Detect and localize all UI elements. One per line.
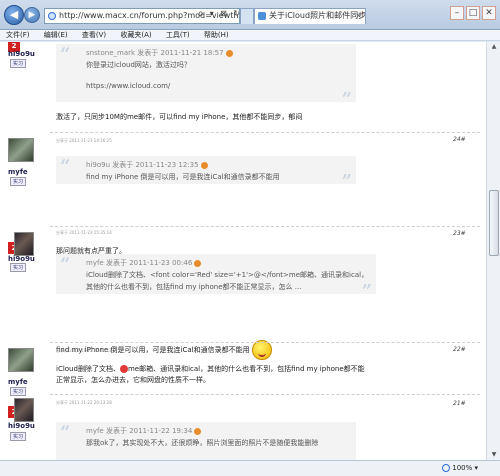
scroll-thumb[interactable] bbox=[489, 190, 499, 256]
menu-edit[interactable]: 编辑(E) bbox=[44, 30, 68, 41]
avatar[interactable] bbox=[14, 232, 34, 256]
post-body-line: 正常显示，怎么办进去，它和网盘的性质不一样。 bbox=[56, 376, 210, 384]
user-group-badge: 实习 bbox=[10, 432, 27, 441]
post-body-text: iCloud删除了文档、 bbox=[56, 365, 120, 373]
new-tab-stub[interactable] bbox=[240, 8, 254, 24]
window-controls: – □ ✕ bbox=[448, 6, 496, 20]
status-bar: 100% ▾ bbox=[0, 460, 500, 476]
username[interactable]: myfe bbox=[8, 378, 28, 386]
floor-number[interactable]: 21# bbox=[453, 400, 466, 407]
menu-bar: 文件(F) 编辑(E) 查看(V) 收藏夹(A) 工具(T) 帮助(H) bbox=[0, 30, 500, 41]
user-group-badge: 实习 bbox=[10, 387, 27, 396]
quote-date: 发表于 2011-11-22 19:34 bbox=[105, 427, 193, 435]
username[interactable]: myfe bbox=[8, 168, 28, 176]
floor-number[interactable]: 23# bbox=[453, 230, 466, 237]
close-quote-icon: ” bbox=[361, 281, 372, 302]
quote-block: “ snstone_mark 发表于 2011-11-21 18:57 你登录过… bbox=[56, 44, 356, 110]
maximize-button[interactable]: □ bbox=[466, 6, 480, 20]
post-body: 激活了，只同步10M的me邮件，可以find my iPhone，其他都不能同步… bbox=[56, 113, 303, 121]
username[interactable]: hi9o9u bbox=[8, 422, 35, 430]
browser-titlebar: ◀ ▶ http://www.macx.cn/forum.php?mod=vie… bbox=[0, 0, 500, 30]
menu-view[interactable]: 查看(V) bbox=[82, 30, 106, 41]
quote-date: 发表于 2011-11-21 18:57 bbox=[137, 49, 224, 57]
quote-line: find my iPhone 倒是可以用，可是我连iCal和通信录都不能用 bbox=[86, 173, 280, 181]
quote-date: 发表于 2011-11-23 00:46 bbox=[105, 259, 193, 267]
page-viewport[interactable]: 2 hi9o9u 实习 “ snstone_mark 发表于 2011-11-2… bbox=[0, 42, 486, 460]
floor-number[interactable]: 22# bbox=[453, 346, 466, 353]
post-meta: 分享于 2011-11-22 20:13:28 bbox=[56, 400, 112, 405]
quote-line bbox=[86, 72, 326, 80]
smiley-emoticon-icon bbox=[251, 340, 272, 360]
open-quote-icon: “ bbox=[60, 44, 71, 65]
floor-number[interactable]: 24# bbox=[453, 136, 466, 143]
vertical-scrollbar[interactable]: ▲ ▼ bbox=[486, 42, 500, 460]
post-body-text: me邮箱、通讯录和ical，其他的什么也看不到，包括find my iphone… bbox=[127, 365, 365, 373]
menu-help[interactable]: 帮助(H) bbox=[204, 30, 229, 41]
post-meta: 分享于 2011-11-23 00:46:12 bbox=[56, 348, 112, 353]
menu-tools[interactable]: 工具(T) bbox=[166, 30, 190, 41]
username[interactable]: hi9o9u bbox=[8, 50, 35, 58]
forward-button[interactable]: ▶ bbox=[24, 7, 40, 23]
minimize-button[interactable]: – bbox=[450, 6, 464, 20]
tab-close-icon[interactable]: × bbox=[355, 9, 362, 23]
tab-active[interactable]: 关于iCloud照片和邮件同步... × bbox=[254, 8, 366, 24]
avatar[interactable] bbox=[8, 138, 34, 162]
quote-line: 其他的什么也看不到，包括find my iphone都不能正常显示，怎么 ... bbox=[86, 283, 302, 291]
close-quote-icon: ” bbox=[341, 89, 352, 110]
user-group-badge: 实习 bbox=[10, 263, 27, 272]
open-quote-icon: “ bbox=[60, 422, 71, 443]
quote-block: “ myfe 发表于 2011-11-22 19:34 那我ok了，其实现处不大… bbox=[56, 422, 356, 460]
zoom-icon bbox=[442, 464, 451, 472]
close-quote-icon: ” bbox=[341, 171, 352, 192]
quote-author[interactable]: hi9o9u bbox=[86, 161, 110, 169]
goto-post-icon[interactable] bbox=[200, 161, 208, 169]
post-meta: 分享于 2011-11-23 15:35:14 bbox=[56, 230, 112, 235]
tab-title: 关于iCloud照片和邮件同步... bbox=[269, 11, 366, 20]
quote-header: snstone_mark 发表于 2011-11-21 18:57 bbox=[86, 48, 326, 58]
quote-line: iCloud删除了文档、<font color='Red' size='+1'>… bbox=[86, 271, 369, 279]
goto-post-icon[interactable] bbox=[194, 259, 202, 267]
avatar[interactable] bbox=[8, 348, 34, 372]
quote-block: “ hi9o9u 发表于 2011-11-23 12:35 find my iP… bbox=[56, 156, 356, 192]
back-button[interactable]: ◀ bbox=[4, 5, 24, 25]
menu-file[interactable]: 文件(F) bbox=[6, 30, 30, 41]
page-favicon-icon bbox=[258, 12, 266, 20]
zoom-level: 100% bbox=[452, 464, 473, 472]
avatar[interactable] bbox=[14, 398, 34, 422]
post-meta: 分享于 2011-11-23 14:16:25 bbox=[56, 138, 112, 143]
menu-favorites[interactable]: 收藏夹(A) bbox=[120, 30, 151, 41]
quote-author[interactable]: myfe bbox=[86, 259, 104, 267]
quote-date: 发表于 2011-11-23 12:35 bbox=[112, 161, 199, 169]
close-button[interactable]: ✕ bbox=[482, 6, 496, 20]
post-separator bbox=[50, 226, 480, 227]
scroll-down-icon[interactable]: ▼ bbox=[488, 450, 500, 460]
user-group-badge: 实习 bbox=[10, 59, 27, 68]
back-arrow-icon: ◀ bbox=[9, 8, 19, 21]
post-body-line: iCloud删除了文档、 me邮箱、通讯录和ical，其他的什么也看不到，包括fi… bbox=[56, 364, 365, 374]
quote-line: 你登录过icloud网站，激活过吗？ bbox=[86, 61, 191, 69]
goto-post-icon[interactable] bbox=[225, 49, 233, 57]
open-quote-icon: “ bbox=[60, 156, 71, 177]
user-group-badge: 实习 bbox=[10, 177, 27, 186]
open-quote-icon: “ bbox=[60, 254, 71, 275]
post-separator bbox=[50, 394, 480, 395]
scroll-up-icon[interactable]: ▲ bbox=[488, 42, 500, 52]
ie-page-icon bbox=[48, 12, 56, 20]
quote-line: 那我ok了，其实现处不大，还很烦睁，照片浏里面的照片不是随便我能删除 bbox=[86, 439, 319, 447]
quote-author[interactable]: myfe bbox=[86, 427, 104, 435]
forward-arrow-icon: ▶ bbox=[28, 10, 36, 20]
goto-post-icon[interactable] bbox=[194, 427, 202, 435]
quote-header: myfe 发表于 2011-11-23 00:46 bbox=[86, 258, 346, 268]
post-separator bbox=[50, 132, 480, 133]
quote-header: hi9o9u 发表于 2011-11-23 12:35 bbox=[86, 160, 326, 170]
quote-author[interactable]: snstone_mark bbox=[86, 49, 135, 57]
username[interactable]: hi9o9u bbox=[8, 255, 35, 263]
quote-header: myfe 发表于 2011-11-22 19:34 bbox=[86, 426, 326, 436]
at-emoticon-icon bbox=[119, 365, 128, 373]
zoom-control[interactable]: 100% ▾ bbox=[442, 464, 478, 472]
quote-line-link[interactable]: https://www.icloud.com/ bbox=[86, 82, 326, 90]
post-separator bbox=[50, 342, 480, 343]
quote-block: “ myfe 发表于 2011-11-23 00:46 iCloud删除了文档、… bbox=[56, 254, 376, 302]
